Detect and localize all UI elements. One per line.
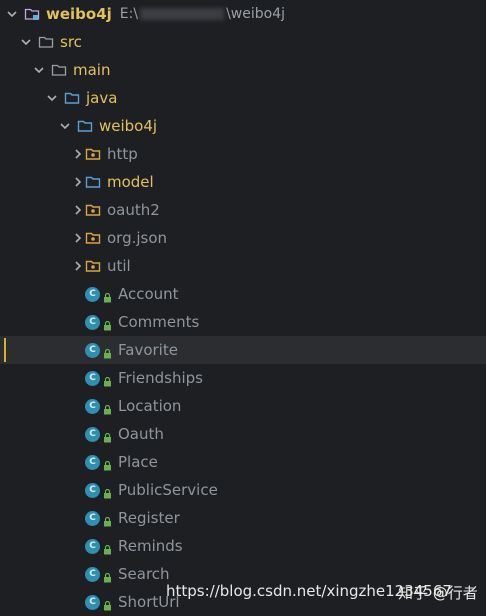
tree-row-class-place[interactable]: C Place xyxy=(0,448,486,476)
class-icon: C xyxy=(85,454,100,470)
class-icon: C xyxy=(85,538,100,554)
class-icon: C xyxy=(85,482,100,498)
project-tree: weibo4j E:\ \weibo4j src main java weibo… xyxy=(0,0,486,616)
chevron-down-icon[interactable] xyxy=(46,92,58,104)
class-icon: C xyxy=(85,510,100,526)
tree-row-subpackage-model[interactable]: model xyxy=(0,168,486,196)
tree-row-subpackage-util[interactable]: util xyxy=(0,252,486,280)
class-icon: C xyxy=(85,398,100,414)
chevron-right-icon[interactable] xyxy=(72,176,84,188)
chevron-down-icon[interactable] xyxy=(6,8,18,20)
folder-label-main: main xyxy=(73,61,111,79)
tree-row-class-location[interactable]: C Location xyxy=(0,392,486,420)
tree-row-class-publicservice[interactable]: C PublicService xyxy=(0,476,486,504)
class-icon: C xyxy=(85,314,100,330)
tree-row-main[interactable]: main xyxy=(0,56,486,84)
lock-icon xyxy=(103,289,112,303)
folder-label-java: java xyxy=(86,89,118,107)
class-label: Comments xyxy=(118,313,200,331)
module-name: weibo4j xyxy=(46,5,112,23)
chevron-right-icon[interactable] xyxy=(72,232,84,244)
subpackage-label: oauth2 xyxy=(107,201,160,219)
folder-label-src: src xyxy=(60,33,82,51)
lock-icon xyxy=(103,513,112,527)
lock-icon xyxy=(103,485,112,499)
class-icon: C xyxy=(85,286,100,302)
class-label: PublicService xyxy=(118,481,218,499)
chevron-right-icon[interactable] xyxy=(72,204,84,216)
module-icon xyxy=(24,6,40,22)
folder-icon xyxy=(51,62,67,78)
tree-row-class-favorite[interactable]: C Favorite xyxy=(0,336,486,364)
tree-row-subpackage-oauth2[interactable]: oauth2 xyxy=(0,196,486,224)
tree-row-class-reminds[interactable]: C Reminds xyxy=(0,532,486,560)
class-label: Reminds xyxy=(118,537,183,555)
tree-row-subpackage-http[interactable]: http xyxy=(0,140,486,168)
package-icon xyxy=(85,202,101,218)
source-root-folder-icon xyxy=(64,90,80,106)
class-label: Account xyxy=(118,285,179,303)
class-label: Location xyxy=(118,397,182,415)
subpackage-label: http xyxy=(107,145,138,163)
tree-row-class-comments[interactable]: C Comments xyxy=(0,308,486,336)
lock-icon xyxy=(103,317,112,331)
class-icon: C xyxy=(85,426,100,442)
package-label: weibo4j xyxy=(99,117,158,135)
module-path: E:\ \weibo4j xyxy=(119,6,285,22)
class-label: Friendships xyxy=(118,369,203,387)
tree-row-package[interactable]: weibo4j xyxy=(0,112,486,140)
tree-row-src[interactable]: src xyxy=(0,28,486,56)
class-icon: C xyxy=(85,342,100,358)
tree-row-subpackage-orgjson[interactable]: org.json xyxy=(0,224,486,252)
subpackage-label: org.json xyxy=(107,229,168,247)
lock-icon xyxy=(103,597,112,611)
lock-icon xyxy=(103,373,112,387)
package-icon xyxy=(77,118,93,134)
package-icon xyxy=(85,230,101,246)
subpackage-label: util xyxy=(107,257,131,275)
package-icon xyxy=(85,174,101,190)
lock-icon xyxy=(103,541,112,555)
lock-icon xyxy=(103,569,112,583)
zhihu-watermark: 知乎 @行者 xyxy=(398,584,478,602)
tree-row-class-oauth[interactable]: C Oauth xyxy=(0,420,486,448)
subpackage-label: model xyxy=(107,173,154,191)
chevron-down-icon[interactable] xyxy=(20,36,32,48)
tree-row-class-account[interactable]: C Account xyxy=(0,280,486,308)
class-icon: C xyxy=(85,370,100,386)
chevron-down-icon[interactable] xyxy=(33,64,45,76)
package-icon xyxy=(85,146,101,162)
folder-icon xyxy=(38,34,54,50)
class-label: Place xyxy=(118,453,158,471)
tree-row-module[interactable]: weibo4j E:\ \weibo4j xyxy=(0,0,486,28)
tree-row-class-friendships[interactable]: C Friendships xyxy=(0,364,486,392)
lock-icon xyxy=(103,401,112,415)
class-icon: C xyxy=(85,594,100,610)
package-icon xyxy=(85,258,101,274)
class-label: Search xyxy=(118,565,170,583)
chevron-right-icon[interactable] xyxy=(72,260,84,272)
class-icon: C xyxy=(85,566,100,582)
chevron-right-icon[interactable] xyxy=(72,148,84,160)
class-label: Favorite xyxy=(118,341,178,359)
class-label: Oauth xyxy=(118,425,164,443)
blurred-path xyxy=(140,8,225,20)
lock-icon xyxy=(103,429,112,443)
class-label: Register xyxy=(118,509,180,527)
tree-row-java[interactable]: java xyxy=(0,84,486,112)
lock-icon xyxy=(103,345,112,359)
tree-row-class-register[interactable]: C Register xyxy=(0,504,486,532)
lock-icon xyxy=(103,457,112,471)
chevron-down-icon[interactable] xyxy=(59,120,71,132)
